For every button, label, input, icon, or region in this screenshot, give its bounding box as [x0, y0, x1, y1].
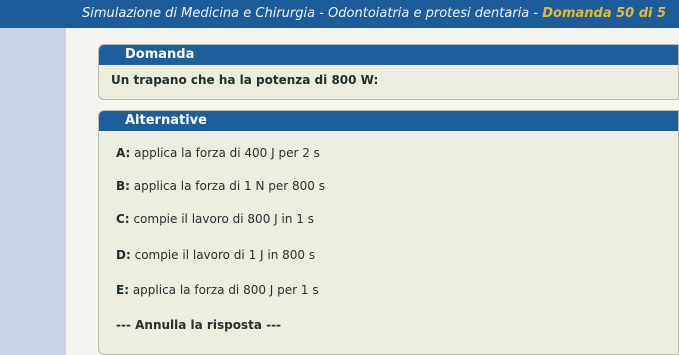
alternative-letter: A: [116, 146, 131, 160]
question-header: Domanda [99, 45, 678, 65]
alternative-b[interactable]: B: applica la forza di 1 N per 800 s [116, 179, 325, 193]
question-panel: Domanda Un trapano che ha la potenza di … [98, 44, 679, 100]
alternative-letter: E: [116, 283, 129, 297]
alternative-text: applica la forza di 1 N per 800 s [133, 179, 325, 193]
alternative-c[interactable]: C: compie il lavoro di 800 J in 1 s [116, 212, 314, 226]
left-sidebar [0, 28, 66, 355]
alternative-a[interactable]: A: applica la forza di 400 J per 2 s [116, 146, 320, 160]
alternative-text: applica la forza di 800 J per 1 s [132, 283, 319, 297]
page-title: Simulazione di Medicina e Chirurgia - Od… [82, 6, 543, 21]
alternative-letter: B: [116, 179, 130, 193]
cancel-answer-link[interactable]: --- Annulla la risposta --- [116, 318, 281, 332]
alternatives-header: Alternative [99, 111, 678, 131]
alternative-text: applica la forza di 400 J per 2 s [134, 146, 320, 160]
alternative-e[interactable]: E: applica la forza di 800 J per 1 s [116, 283, 319, 297]
alternative-letter: C: [116, 212, 130, 226]
alternative-text: compie il lavoro di 800 J in 1 s [133, 212, 314, 226]
question-counter: Domanda 50 di 5 [542, 6, 667, 21]
page-title-bar: Simulazione di Medicina e Chirurgia - Od… [0, 0, 679, 28]
question-text: Un trapano che ha la potenza di 800 W: [111, 73, 379, 87]
alternative-letter: D: [116, 248, 131, 262]
alternative-d[interactable]: D: compie il lavoro di 1 J in 800 s [116, 248, 315, 262]
alternative-text: compie il lavoro di 1 J in 800 s [134, 248, 316, 262]
